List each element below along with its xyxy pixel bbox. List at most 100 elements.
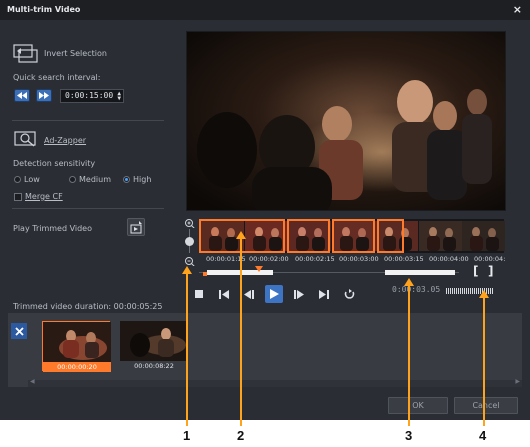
clip-thumbnail[interactable]: 00:00:08:22	[120, 321, 188, 371]
radio-high-dot	[123, 176, 130, 183]
invert-selection-icon	[13, 44, 38, 63]
filmstrip-frame	[418, 221, 462, 251]
zoom-out-icon[interactable]	[184, 256, 196, 266]
repeat-button[interactable]	[340, 285, 358, 303]
callout-line	[186, 270, 188, 426]
interval-input[interactable]: 0:00:15:00 ▲ ▼	[60, 89, 124, 103]
tick-label: 00:00:03:00	[339, 255, 379, 263]
interval-value: 0:00:15:00	[65, 91, 114, 100]
ad-zapper-label: Ad-Zapper	[44, 136, 87, 145]
multi-trim-window: Multi-trim Video × Invert Selection Quic…	[0, 0, 530, 420]
tick-label: 00:00:04:	[474, 255, 506, 263]
radio-high[interactable]: High	[123, 175, 151, 184]
clip-caption: 00:00:08:22	[134, 362, 174, 370]
trimmed-duration-label: Trimmed video duration: 00:00:05:25	[13, 302, 163, 311]
clips-scrollbar[interactable]: ◀ ▶	[28, 378, 522, 387]
interval-spinner[interactable]: ▲ ▼	[117, 91, 121, 102]
radio-medium[interactable]: Medium	[69, 175, 111, 184]
radio-low[interactable]: Low	[14, 175, 40, 184]
next-frame-button[interactable]	[290, 285, 308, 303]
merge-cf-label: Merge CF	[25, 192, 63, 201]
trim-selection-box[interactable]	[377, 219, 404, 253]
play-trimmed-label: Play Trimmed Video	[13, 224, 92, 233]
transport-controls	[190, 285, 365, 303]
invert-selection-label: Invert Selection	[44, 49, 107, 58]
next-frame-icon	[294, 289, 304, 299]
tick-label: 00:00:02:00	[249, 255, 289, 263]
trimmed-clips-panel: 00:00:00:20 00:00:08:22	[8, 313, 522, 387]
trim-scrubber[interactable]	[199, 266, 459, 276]
repeat-icon	[344, 289, 354, 299]
invert-selection-button[interactable]: Invert Selection	[12, 42, 162, 64]
play-trimmed-icon	[130, 221, 142, 234]
merge-cf-checkbox[interactable]: Merge CF	[14, 192, 63, 201]
divider	[12, 208, 164, 209]
play-trimmed-button[interactable]	[127, 218, 145, 236]
stop-button[interactable]	[190, 285, 208, 303]
cancel-button[interactable]: Cancel	[454, 397, 518, 414]
fast-forward-button[interactable]	[36, 89, 52, 102]
mark-in-button[interactable]: [	[473, 264, 478, 278]
tick-label: 00:00:04:00	[429, 255, 469, 263]
trim-selection-box[interactable]	[199, 219, 285, 253]
window-title: Multi-trim Video	[7, 5, 81, 14]
scroll-right-icon[interactable]: ▶	[515, 378, 520, 385]
close-icon[interactable]: ×	[513, 3, 522, 16]
rewind-icon	[17, 92, 27, 99]
callout-line	[408, 282, 410, 426]
divider	[12, 120, 164, 121]
zoom-slider-handle[interactable]	[185, 237, 194, 246]
zoom-in-icon[interactable]	[184, 218, 196, 228]
scrub-handle[interactable]	[255, 266, 263, 272]
skip-end-icon	[319, 289, 329, 299]
trim-selection-box[interactable]	[287, 219, 330, 253]
ad-zapper-icon	[14, 131, 36, 147]
kept-segment	[385, 270, 455, 275]
rewind-button[interactable]	[14, 89, 30, 102]
mark-out-button[interactable]: ]	[488, 264, 493, 278]
scrub-marker	[203, 272, 207, 276]
radio-low-label: Low	[24, 175, 40, 184]
fast-forward-icon	[39, 92, 49, 99]
jog-wheel[interactable]	[446, 286, 494, 300]
previous-frame-icon	[244, 289, 254, 299]
filmstrip-frame	[462, 221, 505, 251]
ad-zapper-button[interactable]: Ad-Zapper	[12, 128, 162, 150]
zoom-control[interactable]	[184, 218, 196, 266]
end-button[interactable]	[315, 285, 333, 303]
merge-cf-box	[14, 192, 22, 201]
play-icon	[269, 289, 279, 299]
delete-clip-button[interactable]	[11, 323, 27, 339]
radio-medium-label: Medium	[79, 175, 111, 184]
clip-thumbnail[interactable]: 00:00:00:20	[42, 321, 111, 372]
timeline-ruler: 00:00:01:15 00:00:02:00 00:00:02:15 00:0…	[199, 255, 509, 265]
timecode-display[interactable]: 0:00:03.05	[392, 285, 442, 297]
skip-start-icon	[219, 289, 229, 299]
clip-caption: 00:00:00:20	[43, 362, 111, 372]
radio-medium-dot	[69, 176, 76, 183]
quick-search-label: Quick search interval:	[13, 73, 101, 82]
clip-image	[120, 321, 188, 361]
callout-line	[483, 294, 485, 426]
tick-label: 00:00:02:15	[295, 255, 335, 263]
filmstrip[interactable]	[199, 219, 505, 253]
play-button[interactable]	[265, 285, 283, 303]
tick-label: 00:00:03:15	[384, 255, 424, 263]
home-button[interactable]	[215, 285, 233, 303]
stop-icon	[195, 290, 203, 298]
jog-wheel-icon	[446, 288, 494, 294]
video-preview[interactable]	[186, 31, 506, 211]
callout-number: 2	[237, 428, 245, 443]
callout-number: 4	[479, 428, 487, 443]
delete-clip-icon	[14, 326, 24, 336]
clip-image	[43, 322, 111, 362]
radio-low-dot	[14, 176, 21, 183]
scroll-left-icon[interactable]: ◀	[30, 378, 35, 385]
callout-number: 1	[183, 428, 191, 443]
previous-frame-button[interactable]	[240, 285, 258, 303]
callout-line	[240, 235, 242, 426]
radio-high-label: High	[133, 175, 152, 184]
detection-sensitivity-label: Detection sensitivity	[13, 159, 96, 168]
ok-button[interactable]: OK	[388, 397, 448, 414]
trim-selection-box[interactable]	[332, 219, 375, 253]
